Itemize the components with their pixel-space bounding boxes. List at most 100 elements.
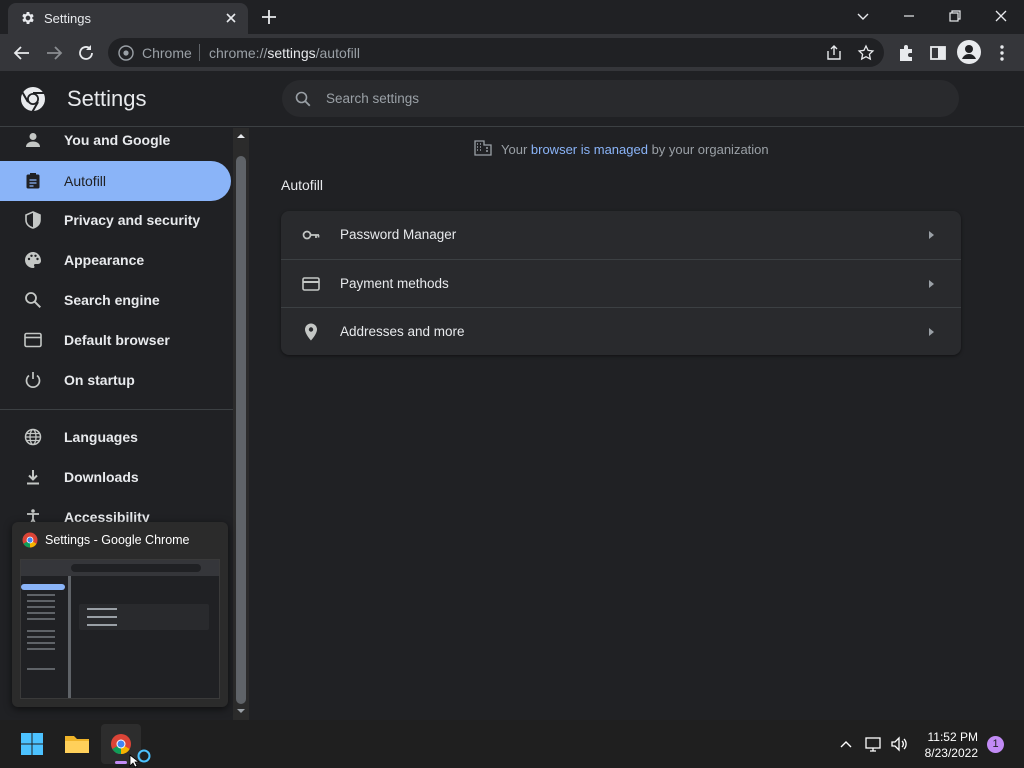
scrollbar-thumb[interactable] xyxy=(236,156,246,704)
windows-taskbar: 11:52 PM 8/23/2022 1 xyxy=(0,720,1024,768)
side-panel-icon[interactable] xyxy=(927,42,949,64)
sidebar-item-languages[interactable]: Languages xyxy=(0,417,231,457)
clipboard-icon xyxy=(26,173,40,189)
back-arrow-icon[interactable] xyxy=(11,42,33,64)
restore-icon[interactable] xyxy=(945,6,965,26)
sidebar-item-label: Autofill xyxy=(64,173,107,189)
tab-search-chevron-icon[interactable] xyxy=(853,6,873,26)
sidebar-item-label: Downloads xyxy=(64,469,139,485)
chevron-up-icon[interactable] xyxy=(836,734,856,754)
clock-time: 11:52 PM xyxy=(927,730,978,744)
download-icon xyxy=(27,470,39,485)
sidebar-divider xyxy=(0,409,233,410)
arrow-right-icon xyxy=(929,280,934,288)
building-icon xyxy=(474,140,492,156)
key-icon xyxy=(302,230,320,240)
windows-logo-icon xyxy=(21,733,43,755)
palette-icon xyxy=(25,252,41,268)
sidebar-item-label: You and Google xyxy=(64,132,171,148)
password-manager-row[interactable]: Password Manager xyxy=(281,211,961,259)
start-button[interactable] xyxy=(12,724,52,764)
arrow-right-icon xyxy=(929,231,934,239)
globe-icon xyxy=(24,428,42,446)
close-tab-icon[interactable] xyxy=(222,9,240,27)
preview-thumbnail xyxy=(20,559,220,699)
autofill-card: Password Manager Payment methods Address… xyxy=(281,211,961,355)
volume-icon[interactable] xyxy=(889,734,909,754)
sidebar-item-appearance[interactable]: Appearance xyxy=(0,240,231,280)
sidebar-item-label: Search engine xyxy=(64,292,160,308)
search-placeholder: Search settings xyxy=(326,91,420,106)
extensions-puzzle-icon[interactable] xyxy=(895,42,917,64)
tab-title: Settings xyxy=(44,11,91,26)
sidebar-item-default-browser[interactable]: Default browser xyxy=(0,320,231,360)
browser-managed-link[interactable]: browser is managed xyxy=(531,142,648,157)
address-divider xyxy=(199,44,200,61)
location-pin-icon xyxy=(305,323,317,341)
reload-icon[interactable] xyxy=(75,42,97,64)
row-label: Addresses and more xyxy=(340,324,465,339)
url-text[interactable]: chrome://settings/autofill xyxy=(209,45,360,61)
sidebar-item-search-engine[interactable]: Search engine xyxy=(0,280,231,320)
sidebar-item-autofill[interactable]: Autofill xyxy=(0,161,231,201)
managed-notice: Your browser is managed by your organiza… xyxy=(501,142,769,157)
sidebar-item-label: Languages xyxy=(64,429,138,445)
more-menu-icon[interactable] xyxy=(991,42,1013,64)
share-icon[interactable] xyxy=(825,44,843,62)
forward-arrow-icon[interactable] xyxy=(43,42,65,64)
url-host: settings xyxy=(267,45,316,61)
sidebar-item-on-startup[interactable]: On startup xyxy=(0,360,231,400)
preview-title: Settings - Google Chrome xyxy=(45,533,190,547)
browser-toolbar: Chrome chrome://settings/autofill xyxy=(0,34,1024,71)
tab-settings[interactable]: Settings xyxy=(8,3,248,34)
sidebar-item-privacy-and-security[interactable]: Privacy and security xyxy=(0,200,231,240)
sidebar-item-label: On startup xyxy=(64,372,135,388)
managed-prefix: Your xyxy=(501,142,531,157)
sidebar-item-label: Default browser xyxy=(64,332,170,348)
new-tab-icon[interactable] xyxy=(260,8,278,26)
folder-icon xyxy=(65,736,89,753)
profile-avatar[interactable] xyxy=(957,40,981,64)
power-icon xyxy=(25,372,41,388)
scroll-down-arrow-icon[interactable] xyxy=(236,706,246,716)
gear-icon xyxy=(22,12,34,24)
person-icon xyxy=(26,133,40,147)
minimize-icon[interactable] xyxy=(899,6,919,26)
url-prefix: chrome:// xyxy=(209,45,268,61)
notification-badge[interactable]: 1 xyxy=(987,736,1004,753)
addresses-row[interactable]: Addresses and more xyxy=(281,307,961,355)
preview-thumbnail-image xyxy=(21,560,219,698)
page-title: Settings xyxy=(67,86,147,111)
browser-window-icon xyxy=(24,332,42,348)
person-icon xyxy=(962,45,976,59)
url-path: /autofill xyxy=(315,45,360,61)
credit-card-icon xyxy=(302,277,320,291)
mouse-cursor-icon xyxy=(129,754,141,768)
search-settings-field[interactable]: Search settings xyxy=(282,80,959,117)
managed-suffix: by your organization xyxy=(647,142,769,157)
system-clock[interactable]: 11:52 PM 8/23/2022 xyxy=(916,729,978,761)
clock-date: 8/23/2022 xyxy=(924,746,978,760)
close-window-icon[interactable] xyxy=(991,6,1011,26)
scroll-up-arrow-icon[interactable] xyxy=(236,131,246,141)
section-title: Autofill xyxy=(281,177,324,193)
arrow-right-icon xyxy=(929,328,934,336)
sidebar-item-downloads[interactable]: Downloads xyxy=(0,457,231,497)
chrome-logo-icon xyxy=(22,532,38,548)
origin-label: Chrome xyxy=(142,45,192,61)
sidebar-item-you-and-google[interactable]: You and Google xyxy=(0,128,231,160)
shield-icon xyxy=(25,211,41,229)
running-indicator xyxy=(115,761,127,764)
taskbar-window-preview[interactable]: Settings - Google Chrome xyxy=(12,522,228,707)
bookmark-star-icon[interactable] xyxy=(857,44,875,62)
address-bar[interactable]: Chrome chrome://settings/autofill xyxy=(108,38,884,67)
row-label: Payment methods xyxy=(340,276,449,291)
row-label: Password Manager xyxy=(340,227,457,242)
search-icon xyxy=(25,292,42,309)
sidebar-scrollbar[interactable] xyxy=(233,128,249,720)
search-icon xyxy=(295,91,311,107)
chrome-site-icon[interactable] xyxy=(118,45,134,61)
network-icon[interactable] xyxy=(864,734,884,754)
file-explorer-button[interactable] xyxy=(57,724,97,764)
payment-methods-row[interactable]: Payment methods xyxy=(281,259,961,307)
